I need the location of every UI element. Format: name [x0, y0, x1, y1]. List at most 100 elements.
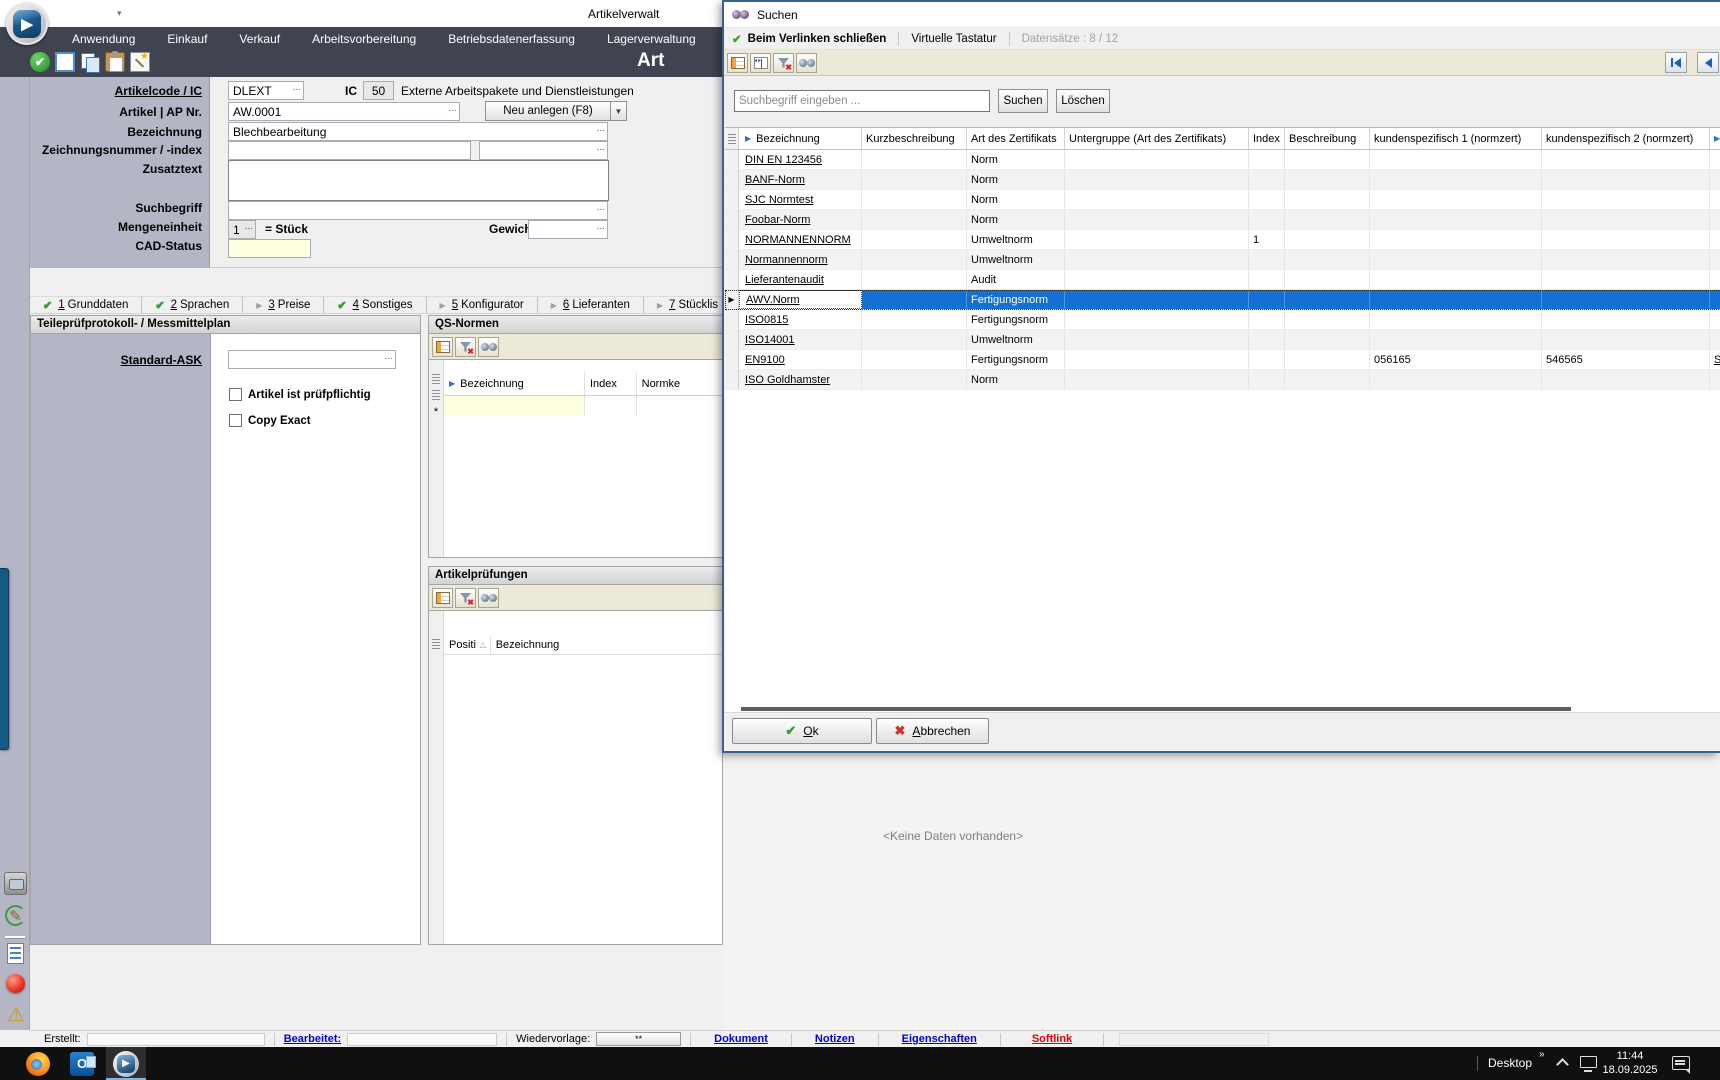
wizard-icon[interactable] — [130, 52, 150, 72]
table-row[interactable]: BANF-NormNorm — [725, 170, 1720, 190]
table-row[interactable]: NormannennormUmweltnorm — [725, 250, 1720, 270]
zeichnungsnummer-field[interactable] — [228, 141, 471, 160]
search-input[interactable] — [734, 90, 990, 112]
menu-item-anwendung[interactable]: Anwendung — [56, 32, 151, 46]
qs-col-normkennzeichen[interactable]: Normke — [637, 372, 722, 395]
ellipsis-button[interactable] — [245, 221, 253, 232]
artikelcode-label[interactable]: Artikelcode / IC — [30, 84, 202, 98]
menu-item-verkauf[interactable]: Verkauf — [223, 32, 296, 46]
copy-icon[interactable] — [80, 52, 100, 72]
edit-pencil-icon[interactable] — [4, 904, 27, 927]
binoculars-icon[interactable] — [796, 53, 817, 73]
artikelcode-field[interactable]: DLEXT — [228, 81, 304, 100]
ok-button[interactable]: Ok — [732, 718, 872, 744]
suchen-button[interactable]: Suchen — [998, 89, 1048, 113]
option-virtuelle-tastatur[interactable]: Virtuelle Tastatur — [911, 33, 996, 45]
col-next[interactable] — [1710, 128, 1720, 149]
gewicht-field[interactable] — [528, 220, 608, 239]
dokument-link[interactable]: Dokument — [714, 1033, 768, 1045]
standard-ask-field[interactable] — [228, 350, 396, 369]
menu-item-arbeitsvorbereitung[interactable]: Arbeitsvorbereitung — [296, 32, 432, 46]
filter-remove-icon[interactable] — [773, 53, 794, 73]
col-bezeichnung[interactable]: Bezeichnung — [739, 128, 862, 149]
zusatztext-field[interactable] — [228, 160, 609, 201]
qs-normen-table[interactable]: * Bezeichnung Index Normke — [428, 360, 723, 558]
tab-grunddaten[interactable]: 1Grunddaten — [30, 297, 142, 313]
table-row[interactable]: NORMANNENNORMUmweltnorm1 — [725, 230, 1720, 250]
softlink-link[interactable]: Softlink — [1032, 1033, 1072, 1045]
col-kundenspezifisch-2[interactable]: kundenspezifisch 2 (normzert) — [1542, 128, 1710, 149]
erp-taskbar-button[interactable] — [106, 1047, 146, 1080]
ellipsis-button[interactable] — [597, 202, 605, 213]
table-row-selected[interactable]: AWV.NormFertigungsnorm — [725, 290, 1720, 310]
menu-item-lagerverwaltung[interactable]: Lagerverwaltung — [591, 32, 712, 46]
tab-sonstiges[interactable]: 4Sonstiges — [324, 297, 426, 313]
collapsed-dock-tab[interactable] — [0, 568, 9, 750]
table-row[interactable]: EN9100Fertigungsnorm056165546565ST — [725, 350, 1720, 370]
ellipsis-button[interactable] — [449, 103, 457, 114]
ellipsis-button[interactable] — [597, 123, 605, 134]
pruef-col-bezeichnung[interactable]: Bezeichnung — [491, 635, 722, 654]
expand-toolbar-icon[interactable]: » — [1539, 1049, 1545, 1060]
pruef-col-position[interactable]: Positi — [444, 635, 491, 654]
checkbox-icon[interactable] — [229, 388, 242, 401]
table-row[interactable]: SJC NormtestNorm — [725, 190, 1720, 210]
filter-remove-icon[interactable] — [455, 588, 476, 608]
mengeneinheit-field[interactable]: 1 — [228, 220, 256, 239]
tab-stueckliste[interactable]: 7Stücklis — [644, 297, 723, 313]
new-window-icon[interactable] — [55, 52, 75, 72]
ok-icon[interactable] — [30, 52, 50, 72]
grid-icon[interactable] — [727, 53, 748, 73]
first-record-button[interactable] — [1665, 52, 1687, 73]
neu-anlegen-button[interactable]: Neu anlegen (F8) — [485, 101, 611, 121]
abbrechen-button[interactable]: Abbrechen — [876, 718, 989, 744]
tab-preise[interactable]: 3Preise — [243, 297, 324, 313]
grid-icon[interactable] — [432, 588, 453, 608]
app-logo-icon[interactable] — [6, 3, 48, 45]
record-red-icon[interactable] — [6, 974, 25, 993]
cad-status-field[interactable] — [228, 239, 311, 258]
pruefpflichtig-checkbox[interactable]: Artikel ist prüfpflichtig — [229, 388, 371, 401]
archive-icon[interactable] — [4, 872, 27, 895]
qs-col-index[interactable]: Index — [585, 372, 637, 395]
horizontal-scrollbar[interactable] — [741, 707, 1571, 711]
paste-icon[interactable] — [105, 52, 125, 72]
tab-lieferanten[interactable]: 6Lieferanten — [538, 297, 644, 313]
previous-record-button[interactable] — [1697, 52, 1719, 73]
zeichnungsindex-field[interactable] — [479, 141, 608, 160]
artikel-field[interactable]: AW.0001 — [228, 102, 460, 121]
col-kundenspezifisch-1[interactable]: kundenspezifisch 1 (normzert) — [1370, 128, 1542, 149]
col-art-des-zertifikats[interactable]: Art des Zertifikats — [967, 128, 1065, 149]
col-kurzbeschreibung[interactable]: Kurzbeschreibung — [862, 128, 967, 149]
desktop-toolbar-label[interactable]: Desktop — [1488, 1056, 1532, 1070]
grid-icon[interactable] — [432, 337, 453, 357]
menu-item-einkauf[interactable]: Einkauf — [151, 32, 223, 46]
table-row[interactable]: DIN EN 123456Norm — [725, 150, 1720, 170]
binoculars-icon[interactable] — [478, 337, 499, 357]
wiedervorlage-button[interactable]: ** — [596, 1032, 681, 1046]
search-results-table[interactable]: Bezeichnung Kurzbeschreibung Art des Zer… — [725, 127, 1720, 717]
suchbegriff-field[interactable] — [228, 201, 608, 220]
binoculars-icon[interactable] — [478, 588, 499, 608]
dialog-title-bar[interactable]: Suchen — [724, 2, 1720, 28]
copy-exact-checkbox[interactable]: Copy Exact — [229, 414, 311, 427]
outlook-taskbar-button[interactable]: O — [62, 1047, 102, 1080]
option-beim-verlinken[interactable]: Beim Verlinken schließen — [748, 33, 887, 45]
tab-konfigurator[interactable]: 5Konfigurator — [427, 297, 538, 313]
bearbeitet-link[interactable]: Bearbeitet: — [284, 1033, 341, 1045]
table-row[interactable]: ISO0815Fertigungsnorm — [725, 310, 1720, 330]
table-row[interactable]: ISO14001Umweltnorm — [725, 330, 1720, 350]
ellipsis-button[interactable] — [385, 351, 393, 362]
ellipsis-button[interactable] — [597, 142, 605, 153]
filter-remove-icon[interactable] — [455, 337, 476, 357]
ellipsis-button[interactable] — [597, 221, 605, 232]
quick-access-arrow-icon[interactable]: ▾ — [117, 8, 122, 19]
qs-new-row-cell[interactable] — [444, 396, 585, 416]
ellipsis-button[interactable] — [293, 82, 301, 93]
notizen-link[interactable]: Notizen — [815, 1033, 855, 1045]
bezeichnung-field[interactable]: Blechbearbeitung — [228, 122, 608, 141]
artikelpruefungen-table[interactable]: Positi Bezeichnung — [428, 611, 723, 945]
table-row[interactable]: Foobar-NormNorm — [725, 210, 1720, 230]
network-icon[interactable] — [1580, 1056, 1597, 1068]
tab-sprachen[interactable]: 2Sprachen — [142, 297, 243, 313]
